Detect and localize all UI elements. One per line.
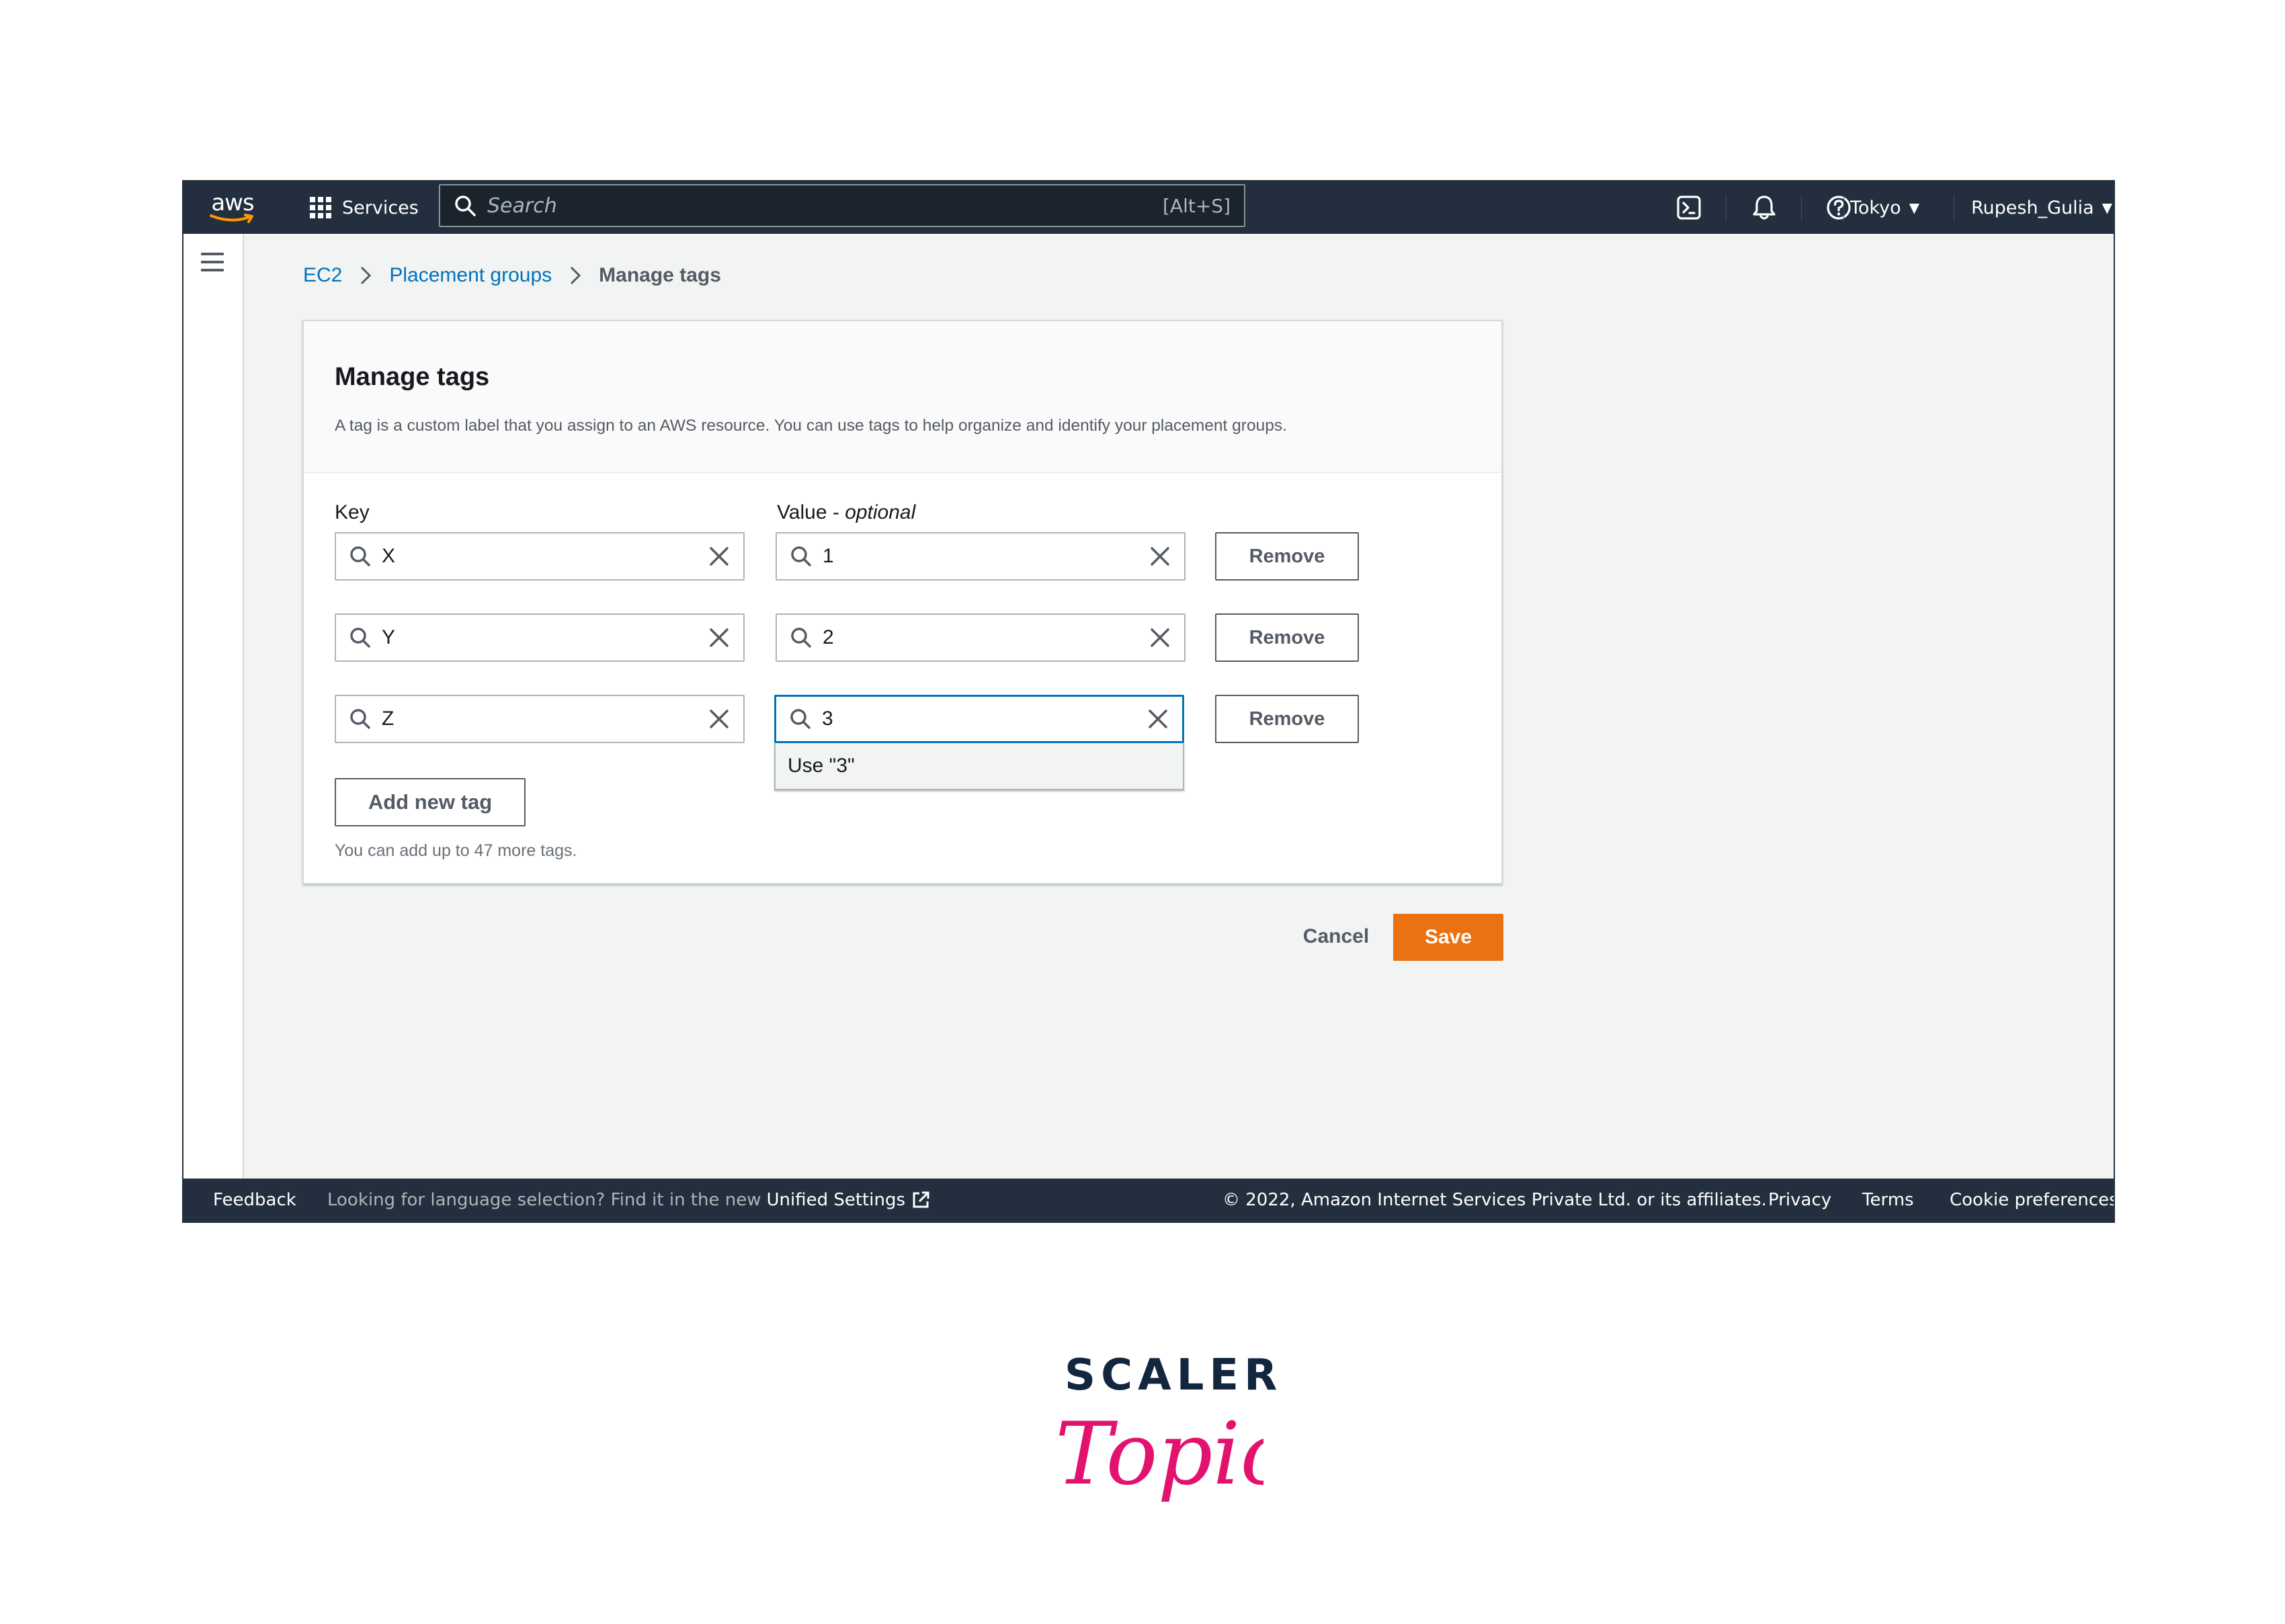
services-menu-button[interactable]: Services [308, 181, 419, 234]
terms-link[interactable]: Terms [1862, 1179, 1914, 1222]
value-label-text: Value [777, 501, 827, 523]
services-label: Services [342, 197, 419, 218]
aws-logo[interactable]: aws [209, 181, 256, 234]
search-icon [791, 628, 811, 648]
tag-key-input[interactable]: X [335, 532, 745, 581]
chevron-right-icon [569, 265, 581, 286]
add-new-tag-button[interactable]: Add new tag [335, 778, 526, 826]
breadcrumb-current: Manage tags [599, 264, 721, 286]
tag-key-input[interactable]: Z [335, 695, 745, 743]
account-menu[interactable]: Rupesh_Gulia ▼ [1971, 181, 2112, 234]
top-navigation: aws Services Search [Alt+S] Tokyo ▼ Rupe… [183, 181, 2114, 234]
tag-value-value: 3 [822, 708, 833, 730]
search-icon [455, 196, 476, 216]
tag-key-value: X [382, 545, 396, 567]
brand-topics-text: Topics [1055, 1404, 1263, 1504]
region-selector[interactable]: Tokyo ▼ [1850, 181, 1919, 234]
tag-value-value: 2 [823, 626, 834, 648]
help-icon [1827, 196, 1851, 220]
close-icon[interactable] [706, 706, 733, 732]
key-column-label: Key [335, 501, 370, 523]
breadcrumb-ec2[interactable]: EC2 [303, 264, 342, 287]
search-icon [791, 546, 811, 566]
card-description: A tag is a custom label that you assign … [335, 417, 1287, 435]
external-link-icon [913, 1191, 929, 1208]
cookie-preferences-link[interactable]: Cookie preferences [1950, 1179, 2114, 1222]
remove-tag-button[interactable]: Remove [1215, 695, 1359, 743]
language-note: Looking for language selection? Find it … [327, 1179, 931, 1222]
close-icon[interactable] [1147, 624, 1173, 651]
notifications-button[interactable] [1727, 181, 1801, 234]
caret-down-icon: ▼ [1909, 200, 1919, 216]
side-navigation-collapsed [183, 234, 244, 1180]
unified-settings-link[interactable]: Unified Settings [766, 1190, 905, 1210]
nav-divider [1726, 195, 1727, 222]
tag-key-value: Z [382, 708, 394, 730]
manage-tags-container: Manage tags A tag is a custom label that… [302, 320, 1503, 884]
search-icon [350, 628, 370, 648]
tag-value-value: 1 [823, 545, 834, 567]
search-shortcut: [Alt+S] [1163, 194, 1231, 217]
optional-label: optional [845, 501, 916, 523]
console-footer: Feedback Looking for language selection?… [183, 1179, 2114, 1222]
save-button[interactable]: Save [1393, 914, 1503, 961]
privacy-link[interactable]: Privacy [1768, 1179, 1831, 1222]
aws-console-window: aws Services Search [Alt+S] Tokyo ▼ Rupe… [182, 180, 2115, 1223]
close-icon[interactable] [1147, 543, 1173, 570]
bell-icon [1753, 196, 1776, 220]
remove-tag-button[interactable]: Remove [1215, 532, 1359, 581]
scaler-topics-logo: SCALER Topics [1048, 1351, 1277, 1519]
close-icon[interactable] [1145, 706, 1171, 732]
remove-tag-button[interactable]: Remove [1215, 613, 1359, 662]
tag-value-input-focused[interactable]: 3 [774, 695, 1184, 743]
language-note-text: Looking for language selection? Find it … [327, 1190, 761, 1210]
copyright-text: © 2022, Amazon Internet Services Private… [1222, 1190, 1767, 1210]
search-icon [350, 709, 370, 729]
tag-value-input[interactable]: 2 [776, 613, 1186, 662]
page-title: Manage tags [335, 363, 490, 391]
tag-key-input[interactable]: Y [335, 613, 745, 662]
tags-remaining-hint: You can add up to 47 more tags. [335, 841, 577, 860]
tag-key-value: Y [382, 626, 396, 648]
menu-icon[interactable] [201, 253, 224, 271]
cloudshell-icon [1677, 196, 1701, 220]
nav-divider [1843, 195, 1844, 222]
value-column-label: Value - optional [777, 501, 915, 524]
cancel-button[interactable]: Cancel [1286, 912, 1386, 961]
brand-scaler-text: SCALER [1065, 1351, 1283, 1400]
global-search-input[interactable]: Search [Alt+S] [439, 184, 1245, 227]
search-placeholder: Search [487, 194, 557, 218]
grid-icon [310, 197, 331, 218]
aws-logo-text: aws [211, 189, 254, 216]
caret-down-icon: ▼ [2102, 200, 2113, 216]
brand-topics-wordmark: Topics [1055, 1404, 1263, 1504]
autosuggest-option[interactable]: Use "3" [774, 743, 1184, 790]
search-icon [350, 546, 370, 566]
cloudshell-button[interactable] [1652, 181, 1726, 234]
search-icon [790, 709, 811, 729]
breadcrumb-placement-groups[interactable]: Placement groups [389, 264, 552, 287]
value-label-separator: - [827, 501, 845, 523]
user-name: Rupesh_Gulia [1971, 197, 2094, 218]
tag-value-input[interactable]: 1 [776, 532, 1186, 581]
chevron-right-icon [360, 265, 372, 286]
close-icon[interactable] [706, 543, 733, 570]
card-header: Manage tags A tag is a custom label that… [304, 321, 1501, 473]
aws-smile-icon [210, 214, 253, 223]
breadcrumb: EC2 Placement groups Manage tags [303, 261, 721, 290]
feedback-link[interactable]: Feedback [213, 1179, 296, 1222]
close-icon[interactable] [706, 624, 733, 651]
region-label: Tokyo [1850, 197, 1901, 218]
